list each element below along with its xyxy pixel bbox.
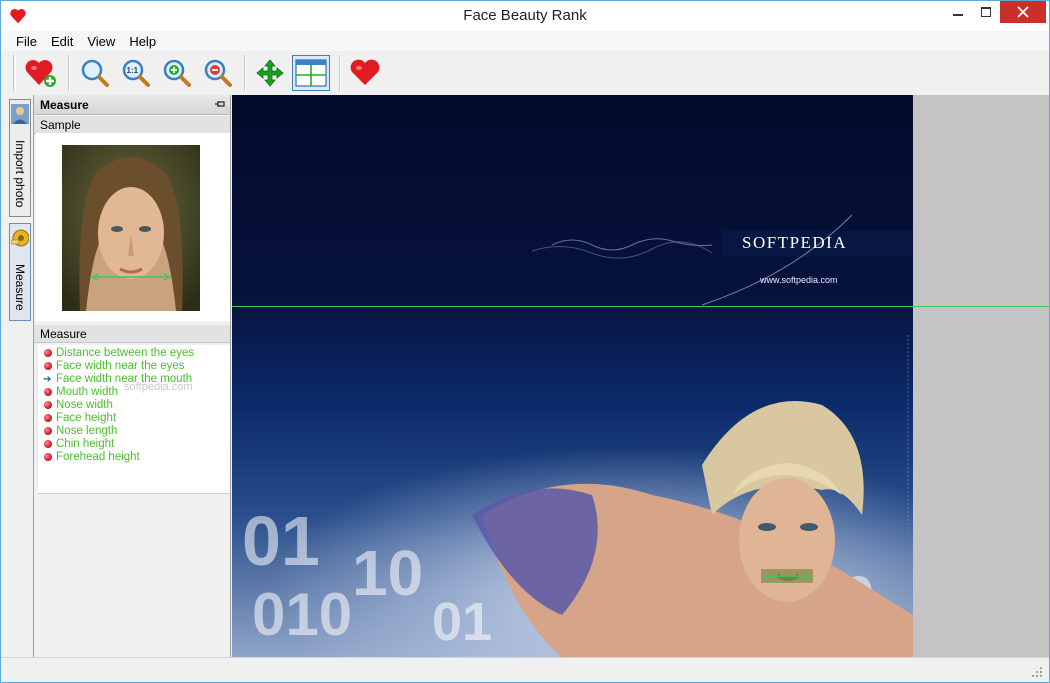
tab-import-photo-label: Import photo: [13, 140, 27, 208]
bullet-icon: [44, 362, 52, 370]
photo-artwork: 01 10 010 01 10 01: [232, 214, 913, 657]
tab-import-photo[interactable]: Import photo: [9, 99, 31, 217]
menu-file[interactable]: File: [9, 31, 44, 51]
panel-title: Measure: [40, 98, 89, 112]
move-button[interactable]: [251, 55, 289, 91]
list-item[interactable]: Forehead height: [44, 451, 230, 464]
svg-text:01: 01: [432, 592, 492, 652]
status-bar: [1, 657, 1049, 682]
list-item[interactable]: Face width near the eyes: [44, 360, 230, 373]
zoom-in-icon: [163, 59, 191, 87]
arrow-right-icon: ➔: [43, 374, 52, 385]
measure-item-label: Face width near the eyes: [56, 360, 185, 372]
minimize-icon: [953, 14, 963, 16]
zoom-in-button[interactable]: [158, 55, 196, 91]
measure-item-label: Forehead height: [56, 451, 140, 463]
measure-item-label: Mouth width: [56, 386, 119, 398]
measure-item-label: Face height: [56, 412, 117, 424]
window-title: Face Beauty Rank: [463, 7, 587, 24]
bullet-icon: [44, 414, 52, 422]
zoom-actual-icon: 1:1: [122, 59, 150, 87]
svg-text:10: 10: [352, 537, 423, 609]
add-face-button[interactable]: [22, 55, 60, 91]
menu-edit[interactable]: Edit: [44, 31, 80, 51]
watermark-text: softpedia.com: [124, 381, 193, 393]
tab-measure-label: Measure: [13, 264, 27, 311]
menu-help[interactable]: Help: [122, 31, 163, 51]
zoom-button[interactable]: [76, 55, 114, 91]
bullet-icon: [44, 349, 52, 357]
measure-item-label: Chin height: [56, 438, 115, 450]
maximize-button[interactable]: [972, 1, 1000, 23]
sample-face-image: [62, 145, 200, 311]
measure-list: Distance between the eyes Face width nea…: [38, 345, 230, 493]
sample-section-label: Sample: [34, 116, 230, 134]
bullet-icon: [44, 440, 52, 448]
heart-add-icon: [25, 60, 56, 87]
zoom-icon: [81, 59, 109, 87]
svg-text:1:1: 1:1: [127, 66, 139, 75]
move-icon: [256, 59, 284, 87]
bullet-icon: [44, 401, 52, 409]
list-item[interactable]: Nose width: [44, 399, 230, 412]
zoom-out-button[interactable]: [199, 55, 237, 91]
menu-view[interactable]: View: [80, 31, 122, 51]
brand-url-text: www.softpedia.com: [760, 275, 838, 285]
toolbar-grip[interactable]: [13, 55, 16, 91]
bullet-icon: [44, 427, 52, 435]
pin-icon[interactable]: [214, 98, 226, 110]
bullet-icon: [44, 388, 52, 396]
svg-text:010: 010: [252, 581, 352, 648]
loaded-photo: 01 10 010 01 10 01: [232, 95, 913, 657]
zoom-actual-button[interactable]: 1:1: [117, 55, 155, 91]
toolbar-separator: [244, 55, 246, 91]
measurement-guide-line[interactable]: [232, 306, 1049, 307]
sample-box: [36, 133, 230, 321]
panel-filler: [38, 493, 230, 657]
close-icon: [1017, 6, 1029, 18]
image-canvas[interactable]: 01 10 010 01 10 01: [232, 95, 1049, 657]
toolbar-separator: [68, 55, 70, 91]
side-tab-strip: Import photo Measure: [1, 95, 33, 657]
minimize-button[interactable]: [944, 1, 972, 23]
person-icon: [11, 104, 29, 124]
tab-measure[interactable]: Measure: [9, 223, 31, 321]
measure-section-label: Measure: [34, 325, 230, 343]
heart-icon: [350, 59, 380, 85]
toolbar-separator: [339, 55, 341, 91]
beauty-rank-button[interactable]: [346, 55, 384, 91]
tape-measure-icon: [11, 229, 29, 247]
app-window: Face Beauty Rank File Edit View Help 1:1…: [0, 0, 1050, 683]
bullet-icon: [44, 453, 52, 461]
list-item[interactable]: Distance between the eyes: [44, 347, 230, 360]
measure-item-label: Nose length: [56, 425, 118, 437]
list-item[interactable]: Face height: [44, 412, 230, 425]
zoom-out-icon: [204, 59, 232, 87]
list-item[interactable]: Chin height: [44, 438, 230, 451]
title-bar: Face Beauty Rank: [1, 1, 1049, 31]
measure-item-label: Nose width: [56, 399, 113, 411]
grid-button[interactable]: [292, 55, 330, 91]
close-button[interactable]: [1000, 1, 1046, 23]
measure-item-label: Distance between the eyes: [56, 347, 195, 359]
toolbar: 1:1: [1, 51, 1049, 95]
panel-header: Measure: [34, 95, 230, 115]
list-item[interactable]: Nose length: [44, 425, 230, 438]
svg-text:01: 01: [242, 502, 320, 580]
measure-panel: Measure Sample Measure Distance between …: [33, 95, 231, 657]
maximize-icon: [981, 7, 991, 17]
grid-icon: [295, 59, 327, 87]
brand-logo-text: SOFTPEDIA: [742, 233, 848, 252]
menu-bar: File Edit View Help: [1, 31, 1049, 51]
resize-grip-icon[interactable]: [1031, 666, 1043, 678]
